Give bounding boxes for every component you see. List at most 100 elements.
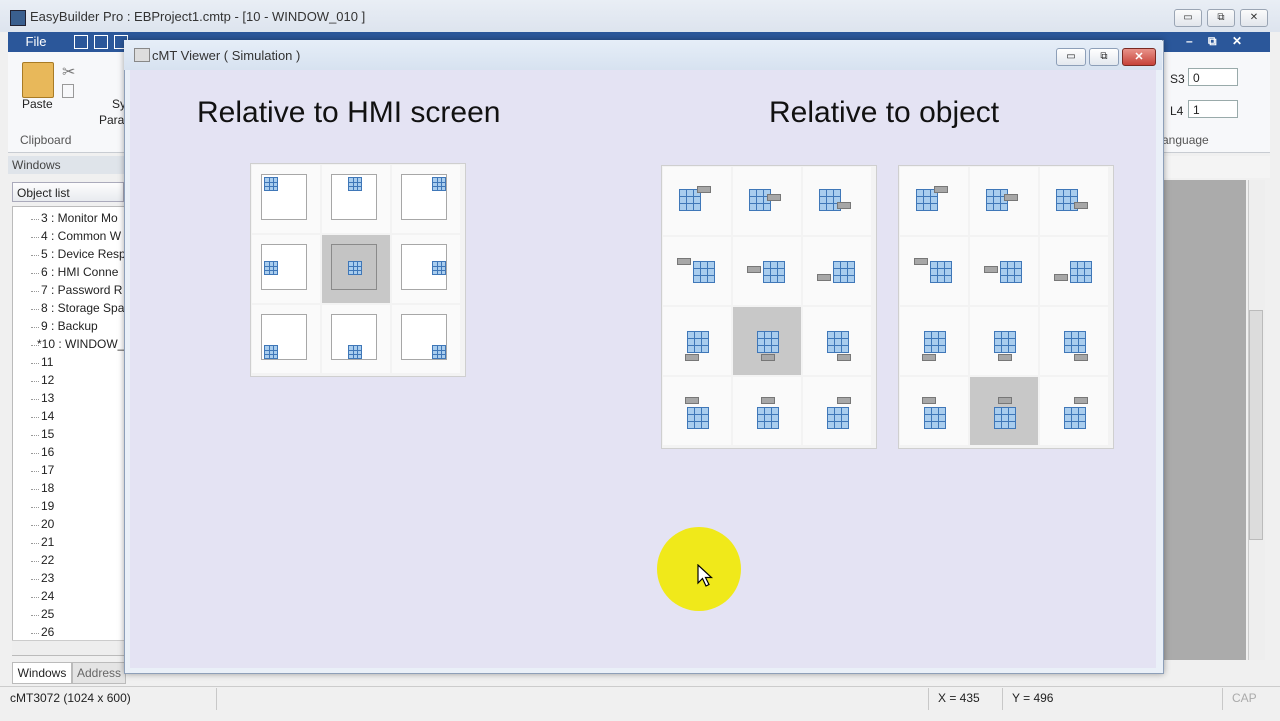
object-position-grid-2[interactable] [898, 165, 1114, 449]
object-position-option[interactable] [733, 307, 801, 375]
tree-item[interactable]: 19 [41, 499, 54, 513]
screen-outline [401, 174, 447, 220]
tree-item[interactable]: 23 [41, 571, 54, 585]
screen-position-option[interactable] [322, 235, 390, 303]
tree-item[interactable]: 20 [41, 517, 54, 531]
file-tab[interactable]: File [8, 32, 64, 52]
object-icon [994, 407, 1016, 429]
s3-spinner[interactable]: 0 [1188, 68, 1238, 86]
object-position-option[interactable] [970, 167, 1038, 235]
object-position-option[interactable] [733, 237, 801, 305]
close-button[interactable]: ✕ [1240, 9, 1268, 27]
new-icon[interactable] [94, 35, 108, 49]
paste-icon[interactable] [22, 62, 54, 98]
tree-item[interactable]: 5 : Device Resp [41, 247, 126, 261]
tree-item[interactable]: 26 [41, 625, 54, 639]
l4-spinner[interactable]: 1 [1188, 100, 1238, 118]
object-position-option[interactable] [803, 237, 871, 305]
tree-item[interactable]: 8 : Storage Spa [41, 301, 124, 315]
tree-item[interactable]: 9 : Backup [41, 319, 98, 333]
tree-item[interactable]: 7 : Password R [41, 283, 122, 297]
screen-position-option[interactable] [252, 165, 320, 233]
tree-connector [31, 273, 39, 274]
object-position-option[interactable] [803, 167, 871, 235]
object-position-option[interactable] [1040, 377, 1108, 445]
screen-position-grid[interactable] [250, 163, 466, 377]
tree-horizontal-scrollbar[interactable] [12, 640, 124, 655]
viewer-restore-button[interactable]: ⧉ [1089, 48, 1119, 66]
tree-item[interactable]: 13 [41, 391, 54, 405]
restore-button[interactable]: ⧉ [1207, 9, 1235, 27]
tree-connector [31, 525, 39, 526]
tree-connector [31, 237, 39, 238]
system-parameters-label-2[interactable]: Para [99, 113, 124, 127]
copy-icon[interactable] [62, 84, 74, 98]
object-position-option[interactable] [663, 167, 731, 235]
screen-position-option[interactable] [392, 305, 460, 373]
object-position-option[interactable] [733, 377, 801, 445]
tree-item[interactable]: 18 [41, 481, 54, 495]
screen-position-option[interactable] [252, 235, 320, 303]
save-icon[interactable] [74, 35, 88, 49]
tree-connector [31, 453, 39, 454]
s3-label: S3 [1170, 72, 1185, 86]
tab-address[interactable]: Address [72, 662, 126, 684]
object-position-option[interactable] [900, 167, 968, 235]
object-list-dropdown[interactable]: Object list [12, 182, 124, 202]
tree-item[interactable]: 17 [41, 463, 54, 477]
screen-position-option[interactable] [322, 165, 390, 233]
minimize-button[interactable]: ▭ [1174, 9, 1202, 27]
tree-item[interactable]: 3 : Monitor Mo [41, 211, 118, 225]
viewer-minimize-button[interactable]: ▭ [1056, 48, 1086, 66]
object-position-option[interactable] [663, 237, 731, 305]
object-position-option[interactable] [1040, 167, 1108, 235]
paste-button-label[interactable]: Paste [22, 97, 53, 111]
tree-item[interactable]: 11 [41, 355, 53, 369]
label-tag-icon [914, 258, 928, 265]
object-position-option[interactable] [663, 307, 731, 375]
ribbon-close-icon[interactable]: ✕ [1232, 34, 1242, 48]
tree-item[interactable]: 22 [41, 553, 54, 567]
screen-position-option[interactable] [252, 305, 320, 373]
object-position-option[interactable] [803, 377, 871, 445]
tree-item[interactable]: *10 : WINDOW_ [37, 337, 124, 351]
object-position-option[interactable] [970, 307, 1038, 375]
object-position-option[interactable] [803, 307, 871, 375]
object-position-option[interactable] [970, 377, 1038, 445]
screen-position-option[interactable] [392, 235, 460, 303]
tree-item[interactable]: 21 [41, 535, 54, 549]
screen-position-option[interactable] [322, 305, 390, 373]
object-position-option[interactable] [900, 237, 968, 305]
screen-position-option[interactable] [392, 165, 460, 233]
vertical-scrollbar-thumb[interactable] [1249, 310, 1263, 540]
tree-item[interactable]: 24 [41, 589, 54, 603]
object-position-option[interactable] [900, 377, 968, 445]
object-icon [1000, 261, 1022, 283]
viewer-close-button[interactable]: ✕ [1122, 48, 1156, 66]
object-icon [687, 331, 709, 353]
object-position-option[interactable] [663, 377, 731, 445]
ribbon-minimize-icon[interactable]: – [1186, 34, 1193, 48]
label-tag-icon [685, 397, 699, 404]
object-position-option[interactable] [1040, 237, 1108, 305]
tree-connector [31, 507, 39, 508]
tree-item[interactable]: 25 [41, 607, 54, 621]
ribbon-restore-icon[interactable]: ⧉ [1208, 34, 1217, 49]
tree-item[interactable]: 12 [41, 373, 54, 387]
object-position-option[interactable] [900, 307, 968, 375]
object-position-option[interactable] [1040, 307, 1108, 375]
tree-connector [31, 579, 39, 580]
object-position-grid-1[interactable] [661, 165, 877, 449]
tree-item[interactable]: 15 [41, 427, 54, 441]
tree-item[interactable]: 14 [41, 409, 54, 423]
tree-item[interactable]: 4 : Common W [41, 229, 121, 243]
cut-icon[interactable]: ✂ [62, 62, 75, 82]
tree-item[interactable]: 6 : HMI Conne [41, 265, 118, 279]
tree-connector [31, 255, 39, 256]
object-position-option[interactable] [733, 167, 801, 235]
tree-item[interactable]: 16 [41, 445, 54, 459]
heading-relative-to-screen: Relative to HMI screen [197, 96, 501, 129]
object-position-option[interactable] [970, 237, 1038, 305]
tab-windows[interactable]: Windows [12, 662, 72, 684]
window-tree[interactable]: 3 : Monitor Mo 4 : Common W 5 : Device Res… [12, 206, 128, 656]
